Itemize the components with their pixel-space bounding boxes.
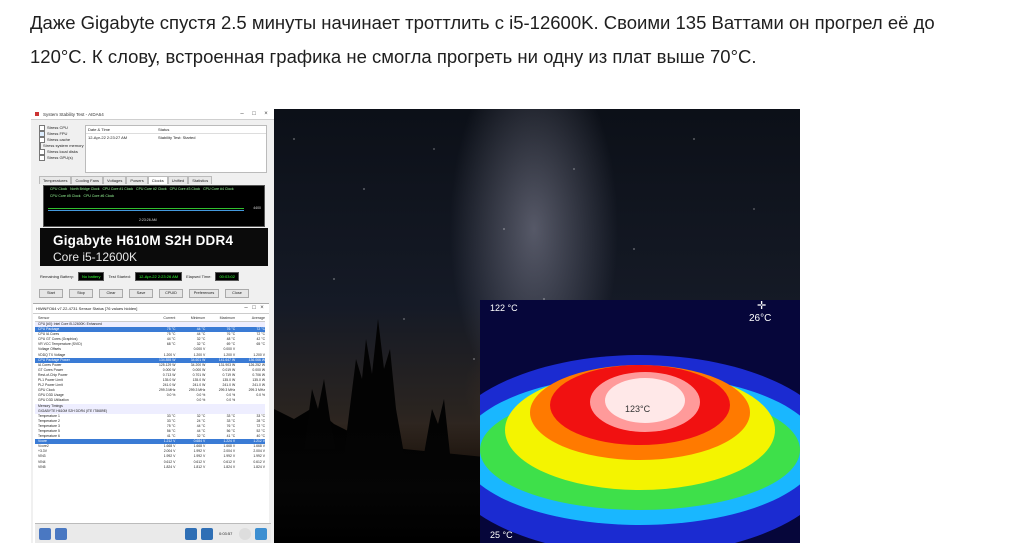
- tab-voltages[interactable]: Voltages: [103, 176, 127, 184]
- board-name: Gigabyte H610M S2H DDR4: [53, 233, 234, 248]
- stress-list: Stress CPU Stress FPU Stress cache Stres…: [39, 125, 84, 173]
- sensor-value: 1.812 V: [193, 464, 206, 469]
- hwinfo-titlebar: HWiNFO64 v7.22-4731 Sensor Status [76 va…: [33, 304, 269, 314]
- nav-arrows-icon[interactable]: [55, 528, 67, 540]
- stress-options: Stress CPU Stress FPU Stress cache Stres…: [39, 125, 267, 173]
- legend-entry: CPU Clock: [50, 187, 68, 191]
- test-started-value: 12-Apr-22 2:23:26 AM: [134, 272, 183, 281]
- hwinfo-title: HWiNFO64 v7.22-4731 Sensor Status [76 va…: [36, 306, 138, 311]
- hwinfo-clock: 0:03:57: [219, 531, 233, 536]
- sensor-name: VIN5: [38, 464, 46, 469]
- hwinfo-window: HWiNFO64 v7.22-4731 Sensor Status [76 va…: [33, 303, 271, 543]
- legend-entry: North Bridge Clock: [70, 187, 100, 191]
- window-title: System Stability Test - AIDA64: [43, 111, 104, 117]
- nav-arrows-icon[interactable]: [39, 528, 51, 540]
- save-button[interactable]: Save: [129, 289, 153, 298]
- cold-band: [480, 300, 800, 350]
- elapsed-value: 00:03:02: [215, 272, 240, 281]
- graph-line: [48, 208, 244, 209]
- tab-powers[interactable]: Powers: [126, 176, 148, 184]
- tab-unified[interactable]: Unified: [167, 176, 189, 184]
- tab-bar: Temperatures Cooling Fans Voltages Power…: [39, 176, 213, 184]
- graph-line: [48, 210, 244, 211]
- legend-entry: CPU Core #1 Clock: [102, 187, 134, 191]
- sensor-value: 1.824 V: [163, 464, 176, 469]
- legend-entry: CPU Core #5 Clock: [50, 194, 81, 198]
- sensor-value: 1.824 V: [223, 464, 236, 469]
- clear-button[interactable]: Clear: [99, 289, 123, 298]
- close-icon[interactable]: ×: [262, 111, 270, 118]
- sensor-table-header: Sensor Current Minimum Maximum Average: [35, 315, 265, 322]
- minimize-icon[interactable]: –: [238, 111, 246, 118]
- sensor-value: 1.824 V: [253, 464, 266, 469]
- legend-entry: CPU Core #4 Clock: [203, 187, 234, 191]
- legend-entry: CPU Core #6 Clock: [83, 194, 115, 198]
- sensor-table: Sensor Current Minimum Maximum Average C…: [35, 315, 265, 470]
- board-banner: Gigabyte H610M S2H DDR4 Core i5-12600K: [40, 228, 268, 266]
- crosshair-icon: ✛: [757, 300, 767, 312]
- app-icon: [35, 112, 39, 116]
- close-icon[interactable]: ×: [258, 305, 266, 312]
- tab-cooling-fans[interactable]: Cooling Fans: [71, 176, 104, 184]
- legend-entry: CPU Core #3 Clock: [169, 187, 201, 191]
- maximize-icon[interactable]: □: [250, 111, 258, 118]
- battery-label: Remaining Battery:: [40, 274, 75, 279]
- clock-graph: CPU Clock North Bridge Clock CPU Core #1…: [43, 185, 265, 227]
- network-icon[interactable]: [185, 528, 197, 540]
- close-button[interactable]: Close: [225, 289, 249, 298]
- battery-value: No battery: [78, 272, 105, 281]
- thermal-min-label: 25 °C: [490, 530, 513, 540]
- table-row[interactable]: VIN5 1.824 V 1.812 V 1.824 V 1.824 V: [35, 465, 265, 470]
- article-paragraph: Даже Gigabyte спустя 2.5 минуты начинает…: [30, 12, 935, 67]
- checkbox[interactable]: [39, 155, 45, 161]
- hwinfo-toolbar: 0:03:57: [35, 523, 271, 543]
- start-button[interactable]: Start: [39, 289, 63, 298]
- test-status-row: Remaining Battery: No battery Test Start…: [40, 272, 268, 281]
- settings-icon[interactable]: [255, 528, 267, 540]
- legend-entry: CPU Core #2 Clock: [136, 187, 167, 191]
- sensor-rows: CPU [#0]: Intel Core i5-12600K: Enhanced…: [35, 322, 265, 470]
- thermal-spot-label: 26°C: [749, 313, 772, 324]
- preferences-button[interactable]: Preferences: [189, 289, 219, 298]
- stability-buttons: Start Stop Clear Save CPUID Preferences …: [39, 289, 249, 298]
- test-started-label: Test Started:: [108, 274, 131, 279]
- network-icon[interactable]: [201, 528, 213, 540]
- log-header: Date & Time Status: [86, 126, 266, 134]
- stability-test-titlebar: System Stability Test - AIDA64 – □ ×: [31, 109, 274, 120]
- composite-photo: System Stability Test - AIDA64 – □ × Str…: [31, 109, 800, 543]
- tab-clocks[interactable]: Clocks: [147, 176, 168, 184]
- stress-item[interactable]: Stress GPU(s): [39, 155, 81, 161]
- graph-time: 2:23:26 AM: [139, 218, 157, 222]
- thermal-max-label: 122 °C: [490, 303, 518, 313]
- log-row: 12-Apr-22 2:23:27 AM Stability Test: Sta…: [88, 135, 196, 140]
- thermal-image: 122 °C ✛ 26°C 123°C 25 °C: [480, 300, 800, 543]
- graph-value: 4400: [253, 206, 261, 210]
- maximize-icon[interactable]: □: [250, 305, 258, 312]
- elapsed-label: Elapsed Time:: [186, 274, 212, 279]
- heat-zone: [605, 378, 685, 423]
- minimize-icon[interactable]: –: [242, 305, 250, 312]
- cpu-name: Core i5-12600K: [53, 250, 138, 264]
- software-window: System Stability Test - AIDA64 – □ × Str…: [31, 109, 274, 543]
- article: Даже Gigabyte спустя 2.5 минуты начинает…: [30, 6, 990, 74]
- cpuid-button[interactable]: CPUID: [159, 289, 183, 298]
- thermal-center-label: 123°C: [625, 404, 651, 414]
- graph-legend: CPU Clock North Bridge Clock CPU Core #1…: [44, 186, 264, 199]
- tab-statistics[interactable]: Statistics: [188, 176, 213, 184]
- tab-temperatures[interactable]: Temperatures: [39, 176, 72, 184]
- status-log: Date & Time Status 12-Apr-22 2:23:27 AM …: [85, 125, 267, 173]
- stop-button[interactable]: Stop: [69, 289, 93, 298]
- clock-icon[interactable]: [239, 528, 251, 540]
